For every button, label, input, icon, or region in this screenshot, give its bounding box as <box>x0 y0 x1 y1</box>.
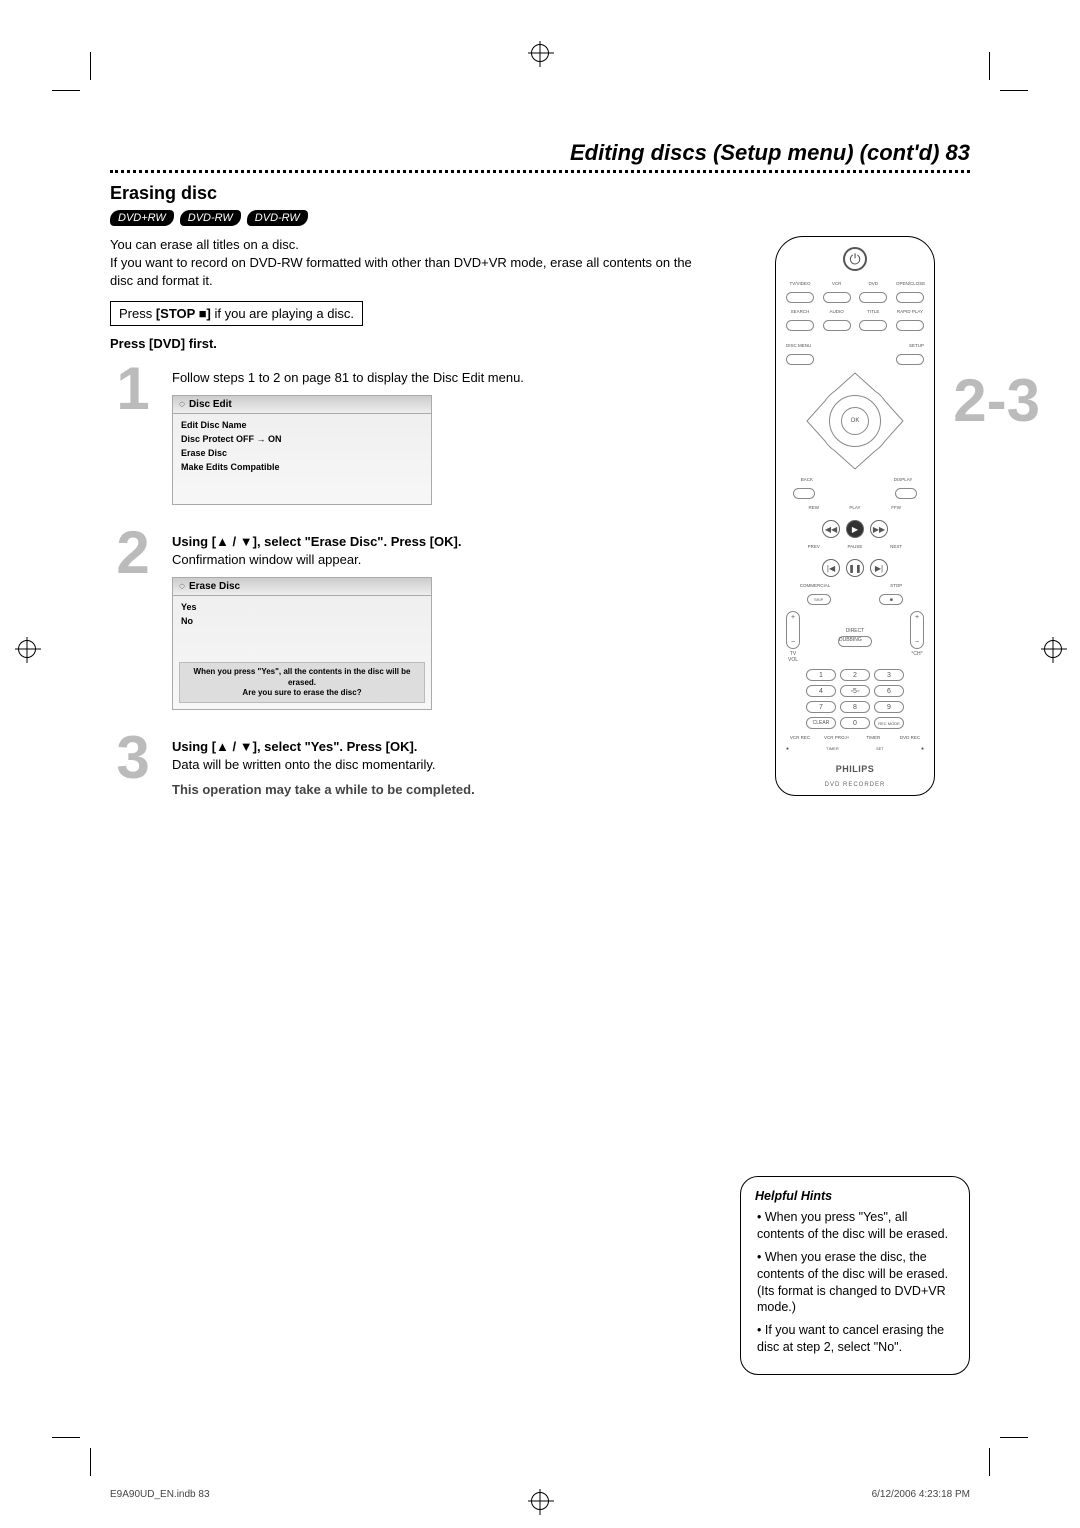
next-icon: ▶| <box>870 559 888 577</box>
crop-mark <box>52 1437 80 1438</box>
num-9: 9 <box>874 701 904 713</box>
menu-item: Edit Disc Name <box>181 418 423 432</box>
step-3: 3 Using [▲ / ▼], select "Yes". Press [OK… <box>110 734 710 799</box>
play-icon: ▶ <box>846 520 864 538</box>
remote-control-diagram: TV/VIDEOVCRDVDOPEN/CLOSE SEARCHAUDIOTITL… <box>775 236 935 796</box>
disc-edit-menu: Disc Edit Edit Disc Name Disc Protect OF… <box>172 395 432 505</box>
menu-item-yes: Yes <box>181 600 423 614</box>
menu-item-no: No <box>181 614 423 628</box>
power-icon <box>843 247 867 271</box>
ok-button: OK <box>841 407 869 435</box>
num-1: 1 <box>806 669 836 681</box>
prev-icon: |◀ <box>822 559 840 577</box>
callout-steps-2-3: 2-3 <box>953 366 1040 435</box>
channel-up-down: +− <box>910 611 924 649</box>
remote-skip-stop: SKIP ■ <box>807 594 904 605</box>
confirmation-message: When you press "Yes", all the contents i… <box>179 662 425 703</box>
helpful-hints-box: Helpful Hints When you press "Yes", all … <box>740 1176 970 1375</box>
ch-label: °CH° <box>911 651 922 657</box>
remote-row-1 <box>786 292 924 303</box>
page-footer: E9A90UD_EN.indb 83 6/12/2006 4:23:18 PM <box>110 1489 970 1500</box>
step-3-text: Data will be written onto the disc momen… <box>172 756 710 774</box>
step-3-note: This operation may take a while to be co… <box>172 781 710 799</box>
remote-back-display <box>793 488 917 499</box>
num-0: 0 <box>840 717 870 729</box>
hint-item: When you erase the disc, the contents of… <box>757 1249 955 1317</box>
rec-mode-button: REC MODE <box>874 717 904 729</box>
badge-dvd-rw-video: DVD-RWVideo <box>247 210 308 226</box>
num-8: 8 <box>840 701 870 713</box>
num-2: 2 <box>840 669 870 681</box>
step-2: 2 Using [▲ / ▼], select "Erase Disc". Pr… <box>110 529 710 711</box>
crop-mark <box>1000 1437 1028 1438</box>
chapter-title: Editing discs (Setup menu) (cont'd) 83 <box>110 140 970 166</box>
footer-filename: E9A90UD_EN.indb 83 <box>110 1489 210 1500</box>
navigation-dpad: OK <box>805 371 905 471</box>
menu-item: Make Edits Compatible <box>181 460 423 474</box>
main-column: You can erase all titles on a disc. If y… <box>110 236 710 1375</box>
badge-dvd-rw-vr: DVD-RW+VR <box>180 210 241 226</box>
num-3: 3 <box>874 669 904 681</box>
step-number: 1 <box>110 365 156 413</box>
volume-channel-row: +− TV VOL DIRECT DUBBING +− °CH° <box>786 611 924 663</box>
menu-item: Disc Protect OFF → ON <box>181 432 423 446</box>
stop-playback-note: Press [STOP ■] if you are playing a disc… <box>110 301 363 326</box>
menu-header: Erase Disc <box>173 578 431 596</box>
tv-volume: +− <box>786 611 800 649</box>
clear-button: CLEAR <box>806 717 836 729</box>
disc-type-badges: DVD+RW DVD-RW+VR DVD-RWVideo <box>110 210 970 226</box>
num-6: 6 <box>874 685 904 697</box>
step-1: 1 Follow steps 1 to 2 on page 81 to disp… <box>110 365 710 505</box>
dubbing-button: DUBBING <box>838 636 872 647</box>
step-number: 2 <box>110 529 156 577</box>
hint-item: When you press "Yes", all contents of th… <box>757 1209 955 1243</box>
menu-item: Erase Disc <box>181 446 423 460</box>
num-5: ◦ 5 ◦ <box>840 685 870 697</box>
step-number: 3 <box>110 734 156 782</box>
crop-mark <box>90 1448 91 1476</box>
hints-title: Helpful Hints <box>755 1189 955 1203</box>
side-column: 2-3 TV/VIDEOVCRDVDOPEN/CLOSE SEARCHAUDIO… <box>740 236 970 1375</box>
stop-icon: ■ <box>879 594 903 605</box>
transport-play-row: ◀◀ ▶ ▶▶ <box>822 520 888 538</box>
footer-timestamp: 6/12/2006 4:23:18 PM <box>872 1489 970 1500</box>
menu-header: Disc Edit <box>173 396 431 414</box>
section-title: Erasing disc <box>110 183 970 204</box>
step-2-text: Confirmation window will appear. <box>172 551 710 569</box>
hint-item: If you want to cancel erasing the disc a… <box>757 1322 955 1356</box>
num-4: 4 <box>806 685 836 697</box>
step-1-text: Follow steps 1 to 2 on page 81 to displa… <box>172 369 710 387</box>
brand-logo: PHILIPS <box>836 764 875 774</box>
num-7: 7 <box>806 701 836 713</box>
intro-text: You can erase all titles on a disc. If y… <box>110 236 710 291</box>
divider-dots <box>110 170 970 173</box>
erase-disc-menu: Erase Disc Yes No When you press "Yes", … <box>172 577 432 710</box>
brand-subtitle: DVD RECORDER <box>825 782 886 788</box>
skip-button: SKIP <box>807 594 831 605</box>
remote-rec-row: ● TIMER SET ● <box>786 746 924 752</box>
crop-mark <box>989 1448 990 1476</box>
remote-row-2 <box>786 320 924 331</box>
pause-icon: ❚❚ <box>846 559 864 577</box>
step-2-heading: Using [▲ / ▼], select "Erase Disc". Pres… <box>172 533 710 551</box>
step-3-heading: Using [▲ / ▼], select "Yes". Press [OK]. <box>172 738 710 756</box>
press-dvd-first: Press [DVD] first. <box>110 336 710 351</box>
transport-pause-row: |◀ ❚❚ ▶| <box>822 559 888 577</box>
badge-dvd-plus-rw: DVD+RW <box>110 210 174 226</box>
remote-menu-setup <box>786 354 924 365</box>
rewind-icon: ◀◀ <box>822 520 840 538</box>
number-pad: 1 2 3 4 ◦ 5 ◦ 6 7 8 9 CLEAR 0 REC MODE <box>806 669 904 729</box>
fast-forward-icon: ▶▶ <box>870 520 888 538</box>
